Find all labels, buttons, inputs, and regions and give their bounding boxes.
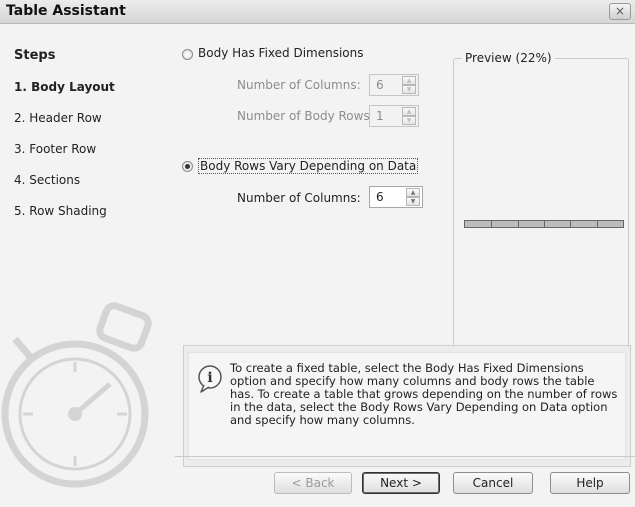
fixed-columns-value: 6 (376, 78, 384, 92)
vary-rows-radio[interactable] (182, 161, 193, 172)
vary-columns-stepper[interactable]: 6 ▲ ▼ (369, 186, 423, 208)
fixed-columns-stepper[interactable]: 6 ▲ ▼ (369, 74, 419, 96)
preview-table (464, 220, 624, 228)
vary-columns-label: Number of Columns: (237, 191, 361, 205)
vary-rows-label[interactable]: Body Rows Vary Depending on Data (198, 158, 419, 174)
preview-table-column-divider (570, 221, 571, 227)
spin-up-icon[interactable]: ▲ (406, 188, 420, 197)
info-text: To create a fixed table, select the Body… (230, 361, 618, 427)
spin-down-icon[interactable]: ▼ (406, 197, 420, 206)
preview-group: Preview (22%) (453, 51, 629, 364)
fixed-dimensions-label[interactable]: Body Has Fixed Dimensions (198, 46, 364, 60)
spin-down-icon[interactable]: ▼ (402, 116, 416, 125)
help-button[interactable]: Help (550, 472, 630, 494)
info-panel: i To create a fixed table, select the Bo… (183, 345, 631, 467)
back-button[interactable]: < Back (274, 472, 352, 494)
fixed-rows-value: 1 (376, 109, 384, 123)
step-row-shading[interactable]: 5. Row Shading (14, 204, 107, 218)
close-button[interactable]: × (609, 3, 631, 20)
preview-table-column-divider (491, 221, 492, 227)
fixed-dimensions-radio[interactable] (182, 49, 193, 60)
preview-table-column-divider (518, 221, 519, 227)
stopwatch-icon (1, 302, 152, 488)
svg-text:i: i (207, 370, 212, 386)
title-bar: Table Assistant × (0, 0, 635, 24)
footer-divider (175, 456, 635, 457)
window-title: Table Assistant (6, 3, 126, 19)
steps-sidebar: Steps 1. Body Layout 2. Header Row 3. Fo… (0, 24, 163, 507)
step-body-layout[interactable]: 1. Body Layout (14, 80, 115, 94)
spin-up-icon[interactable]: ▲ (402, 107, 416, 116)
spin-up-icon[interactable]: ▲ (402, 76, 416, 85)
info-icon: i (198, 365, 222, 393)
preview-table-column-divider (544, 221, 545, 227)
step-footer-row[interactable]: 3. Footer Row (14, 142, 96, 156)
close-icon: × (614, 4, 626, 18)
preview-legend: Preview (22%) (462, 51, 555, 65)
vary-columns-value[interactable]: 6 (376, 190, 384, 204)
steps-heading: Steps (14, 48, 56, 63)
preview-table-column-divider (597, 221, 598, 227)
step-sections[interactable]: 4. Sections (14, 173, 80, 187)
cancel-button[interactable]: Cancel (453, 472, 533, 494)
fixed-rows-label: Number of Body Rows: (237, 109, 374, 123)
main-panel: Body Has Fixed Dimensions Number of Colu… (163, 24, 635, 507)
spin-down-icon[interactable]: ▼ (402, 85, 416, 94)
fixed-rows-stepper[interactable]: 1 ▲ ▼ (369, 105, 419, 127)
next-button[interactable]: Next > (362, 472, 440, 494)
fixed-columns-label: Number of Columns: (237, 78, 361, 92)
step-header-row[interactable]: 2. Header Row (14, 111, 102, 125)
